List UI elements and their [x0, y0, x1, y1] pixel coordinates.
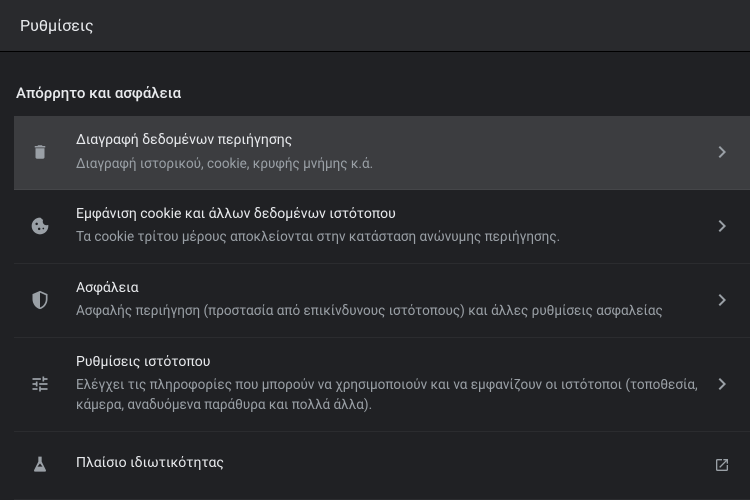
shield-icon: [28, 288, 52, 312]
trash-icon: [28, 140, 52, 164]
cookie-icon: [28, 214, 52, 238]
page-title: Ρυθμίσεις: [20, 16, 730, 35]
item-description: Ασφαλής περιήγηση (προστασία από επικίνδ…: [76, 301, 702, 321]
flask-icon: [28, 453, 52, 477]
chevron-right-icon: [714, 292, 730, 308]
item-title: Πλαίσιο ιδιωτικότητας: [76, 454, 702, 474]
chevron-right-icon: [714, 144, 730, 160]
item-title: Διαγραφή δεδομένων περιήγησης: [76, 131, 702, 151]
item-text: Ρυθμίσεις ιστότοπου Ελέγχει τις πληροφορ…: [76, 353, 702, 416]
item-title: Εμφάνιση cookie και άλλων δεδομένων ιστό…: [76, 205, 702, 225]
external-link-icon: [714, 457, 730, 473]
tune-icon: [28, 372, 52, 396]
item-title: Ασφάλεια: [76, 279, 702, 299]
settings-content: Απόρρητο και ασφάλεια Διαγραφή δεδομένων…: [0, 52, 750, 500]
item-description: Τα cookie τρίτου μέρους αποκλείονται στη…: [76, 227, 702, 247]
item-text: Διαγραφή δεδομένων περιήγησης Διαγραφή ι…: [76, 131, 702, 174]
item-description: Ελέγχει τις πληροφορίες που μπορούν να χ…: [76, 375, 702, 416]
settings-list: Διαγραφή δεδομένων περιήγησης Διαγραφή ι…: [0, 116, 750, 500]
settings-item-privacy-sandbox[interactable]: Πλαίσιο ιδιωτικότητας: [14, 432, 750, 500]
settings-header: Ρυθμίσεις: [0, 0, 750, 52]
section-title: Απόρρητο και ασφάλεια: [0, 72, 750, 116]
settings-item-cookies[interactable]: Εμφάνιση cookie και άλλων δεδομένων ιστό…: [14, 190, 750, 264]
settings-item-site-settings[interactable]: Ρυθμίσεις ιστότοπου Ελέγχει τις πληροφορ…: [14, 338, 750, 432]
settings-item-clear-browsing-data[interactable]: Διαγραφή δεδομένων περιήγησης Διαγραφή ι…: [14, 116, 750, 190]
item-title: Ρυθμίσεις ιστότοπου: [76, 353, 702, 373]
item-text: Εμφάνιση cookie και άλλων δεδομένων ιστό…: [76, 205, 702, 248]
item-description: Διαγραφή ιστορικού, cookie, κρυφής μνήμη…: [76, 154, 702, 174]
item-text: Ασφάλεια Ασφαλής περιήγηση (προστασία απ…: [76, 279, 702, 322]
chevron-right-icon: [714, 218, 730, 234]
settings-item-security[interactable]: Ασφάλεια Ασφαλής περιήγηση (προστασία απ…: [14, 264, 750, 338]
item-text: Πλαίσιο ιδιωτικότητας: [76, 454, 702, 477]
chevron-right-icon: [714, 376, 730, 392]
